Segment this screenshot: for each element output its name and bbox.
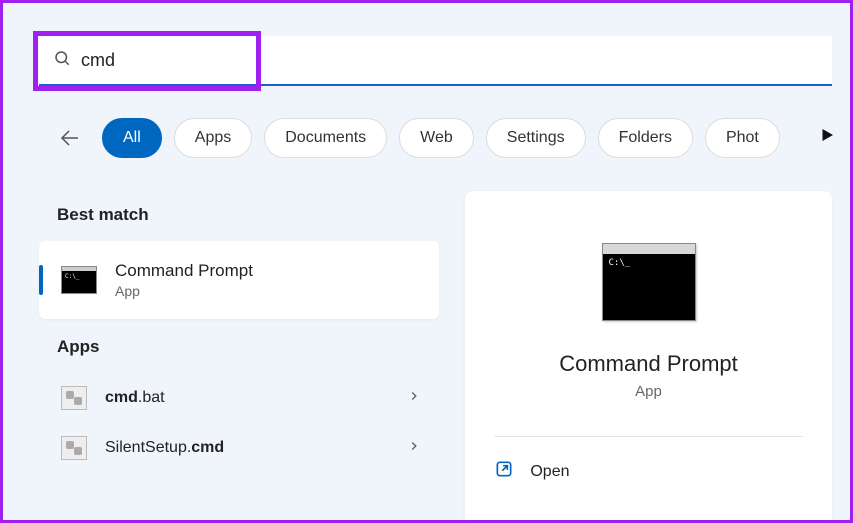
search-input[interactable] (81, 50, 832, 71)
results-list: Best match Command Prompt App Apps cmd.b… (39, 191, 439, 473)
command-prompt-icon-large (602, 243, 696, 321)
chevron-right-icon (407, 389, 421, 408)
preview-title: Command Prompt (559, 351, 738, 377)
filter-folders[interactable]: Folders (598, 118, 693, 158)
scroll-right-icon[interactable] (818, 126, 836, 149)
best-match-command-prompt[interactable]: Command Prompt App (39, 241, 439, 319)
preview-subtitle: App (635, 383, 662, 400)
filter-all[interactable]: All (102, 118, 162, 158)
best-match-subtitle: App (115, 283, 253, 299)
divider (494, 436, 802, 437)
app-item-label: SilentSetup.cmd (105, 439, 224, 457)
open-external-icon (494, 459, 514, 484)
filter-documents[interactable]: Documents (264, 118, 387, 158)
back-arrow-icon[interactable] (58, 126, 82, 150)
app-item-cmd-bat[interactable]: cmd.bat (39, 373, 439, 423)
batch-file-icon (61, 436, 87, 460)
command-prompt-icon (61, 266, 97, 294)
search-bar[interactable] (39, 36, 832, 86)
search-icon (53, 49, 71, 72)
chevron-right-icon (407, 439, 421, 458)
filter-photos-truncated[interactable]: Phot (705, 118, 780, 158)
app-item-silentsetup-cmd[interactable]: SilentSetup.cmd (39, 423, 439, 473)
app-item-label: cmd.bat (105, 389, 165, 407)
open-action[interactable]: Open (494, 459, 802, 484)
filter-tabs: All Apps Documents Web Settings Folders … (58, 118, 850, 158)
batch-file-icon (61, 386, 87, 410)
filter-settings[interactable]: Settings (486, 118, 586, 158)
best-match-text: Command Prompt App (115, 261, 253, 299)
open-label: Open (530, 463, 569, 481)
apps-header: Apps (57, 337, 439, 357)
filter-apps[interactable]: Apps (174, 118, 252, 158)
best-match-header: Best match (57, 205, 439, 225)
preview-pane: Command Prompt App Open (465, 191, 832, 520)
filter-web[interactable]: Web (399, 118, 474, 158)
best-match-title: Command Prompt (115, 261, 253, 281)
